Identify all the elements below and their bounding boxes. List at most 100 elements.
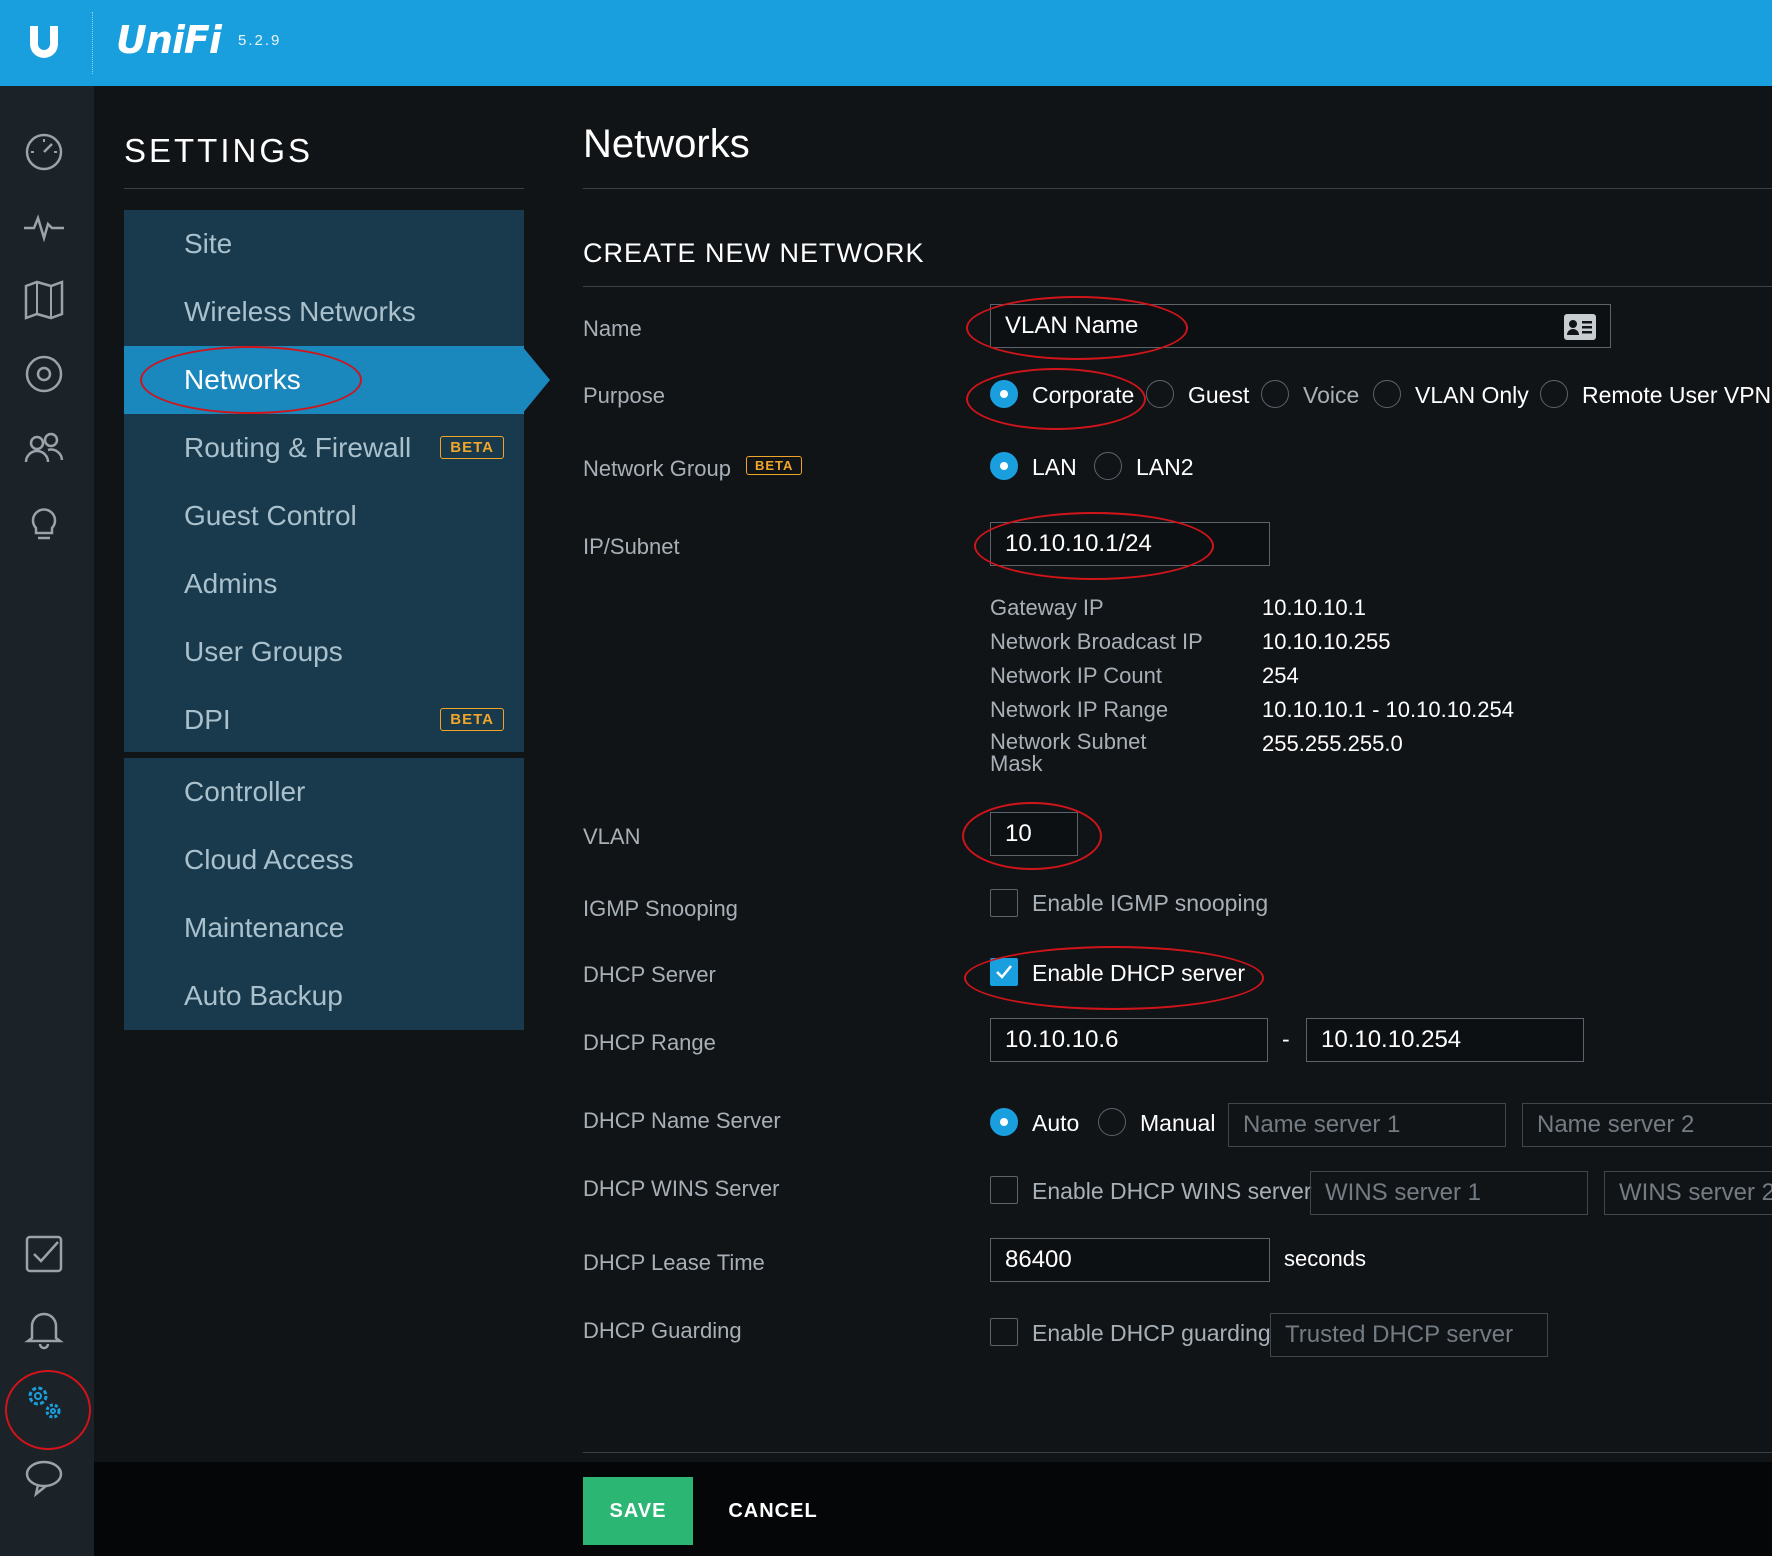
purpose-remote-user-vpn-label: Remote User VPN xyxy=(1582,382,1772,408)
name-server-auto-radio[interactable] xyxy=(990,1108,1018,1136)
ubiquiti-logo-icon[interactable] xyxy=(24,22,64,62)
broadcast-ip-value: 10.10.10.255 xyxy=(1262,629,1391,654)
gateway-ip-label: Gateway IP xyxy=(990,595,1104,620)
sidebar-item-label: Routing & Firewall xyxy=(184,432,412,463)
purpose-guest-label: Guest xyxy=(1188,382,1250,408)
dhcp-lease-time-input[interactable] xyxy=(990,1238,1270,1282)
sidebar-item-routing-firewall[interactable]: Routing & Firewall BETA xyxy=(124,414,524,482)
ip-count-value: 254 xyxy=(1262,663,1299,688)
ip-subnet-label: IP/Subnet xyxy=(583,534,680,559)
dhcp-range-end-input[interactable] xyxy=(1306,1018,1584,1062)
network-group-lan-radio[interactable] xyxy=(990,452,1018,480)
sidebar-item-auto-backup[interactable]: Auto Backup xyxy=(124,962,524,1030)
sidebar-item-label: Guest Control xyxy=(184,500,357,531)
page-title: Networks xyxy=(583,122,750,166)
sidebar-item-label: DPI xyxy=(184,704,231,735)
dashboard-icon[interactable] xyxy=(22,130,66,174)
dhcp-guarding-checkbox[interactable] xyxy=(990,1318,1018,1346)
trusted-dhcp-server-input[interactable] xyxy=(1270,1313,1548,1357)
insights-icon[interactable] xyxy=(22,500,66,544)
events-icon[interactable] xyxy=(22,1232,66,1276)
ip-range-value: 10.10.10.1 - 10.10.10.254 xyxy=(1262,697,1514,722)
sidebar-item-label: User Groups xyxy=(184,636,343,667)
statistics-icon[interactable] xyxy=(22,204,66,248)
dhcp-wins-server-label: DHCP WINS Server xyxy=(583,1176,780,1201)
subnet-mask-value: 255.255.255.0 xyxy=(1262,731,1403,756)
network-group-lan2-label: LAN2 xyxy=(1136,454,1194,480)
sidebar-item-label: Auto Backup xyxy=(184,980,343,1011)
name-server-manual-radio[interactable] xyxy=(1098,1108,1126,1136)
sidebar-item-user-groups[interactable]: User Groups xyxy=(124,618,524,686)
annotation-oval-ip-subnet xyxy=(974,512,1214,580)
network-group-lan2-radio[interactable] xyxy=(1094,452,1122,480)
network-group-lan-label: LAN xyxy=(1032,454,1077,480)
purpose-guest-radio[interactable] xyxy=(1146,380,1174,408)
sidebar-item-label: Wireless Networks xyxy=(184,296,416,327)
broadcast-ip-label: Network Broadcast IP xyxy=(990,629,1203,654)
sidebar-item-cloud-access[interactable]: Cloud Access xyxy=(124,826,524,894)
sidebar-item-admins[interactable]: Admins xyxy=(124,550,524,618)
beta-badge: BETA xyxy=(440,708,504,731)
dhcp-server-label: DHCP Server xyxy=(583,962,716,987)
sidebar-item-site[interactable]: Site xyxy=(124,210,524,278)
cancel-button[interactable]: CANCEL xyxy=(718,1477,828,1545)
ip-count-label: Network IP Count xyxy=(990,663,1163,688)
dhcp-name-server-label: DHCP Name Server xyxy=(583,1108,781,1133)
annotation-circle-settings xyxy=(5,1370,91,1450)
alerts-icon[interactable] xyxy=(22,1306,66,1350)
purpose-vlan-only-label: VLAN Only xyxy=(1415,382,1529,408)
ip-range-label: Network IP Range xyxy=(990,697,1169,722)
annotation-oval-dhcp-server xyxy=(964,946,1264,1010)
section-title: CREATE NEW NETWORK xyxy=(583,238,925,268)
map-icon[interactable] xyxy=(22,278,66,322)
dhcp-range-start-input[interactable] xyxy=(990,1018,1268,1062)
dhcp-lease-time-label: DHCP Lease Time xyxy=(583,1250,765,1275)
sidebar-item-label: Site xyxy=(184,228,233,259)
settings-title: SETTINGS xyxy=(124,132,314,169)
sidebar-item-controller[interactable]: Controller xyxy=(124,758,524,826)
vlan-label: VLAN xyxy=(583,824,641,849)
save-button[interactable]: SAVE xyxy=(583,1477,693,1545)
dhcp-guarding-label: DHCP Guarding xyxy=(583,1318,742,1343)
dhcp-range-label: DHCP Range xyxy=(583,1030,716,1055)
subnet-mask-label: Network Subnet Mask xyxy=(990,729,1147,776)
igmp-snooping-checkbox[interactable] xyxy=(990,889,1018,917)
annotation-oval-networks xyxy=(140,346,362,414)
dhcp-wins-checkbox-label: Enable DHCP WINS server xyxy=(1032,1178,1312,1204)
active-nav-arrow xyxy=(522,346,550,414)
dhcp-guarding-checkbox-label: Enable DHCP guarding xyxy=(1032,1320,1271,1346)
beta-badge: BETA xyxy=(746,456,803,475)
dhcp-lease-unit: seconds xyxy=(1284,1246,1366,1271)
settings-nav-group-secondary: Controller Cloud Access Maintenance Auto… xyxy=(124,758,524,1030)
chat-icon[interactable] xyxy=(22,1454,66,1498)
devices-icon[interactable] xyxy=(22,352,66,396)
purpose-voice-label: Voice xyxy=(1303,382,1360,408)
clients-icon[interactable] xyxy=(22,426,66,470)
name-server-manual-label: Manual xyxy=(1140,1110,1216,1136)
app-version: 5.2.9 xyxy=(238,32,282,49)
title-divider xyxy=(583,188,1772,189)
name-label: Name xyxy=(583,316,642,341)
network-group-label: Network Group xyxy=(583,456,731,481)
name-server-1-input[interactable] xyxy=(1228,1103,1506,1147)
contact-card-icon[interactable] xyxy=(1563,313,1597,341)
brand-name: UniFi xyxy=(116,18,222,62)
purpose-voice-radio[interactable] xyxy=(1261,380,1289,408)
settings-divider xyxy=(124,188,524,189)
top-bar: UniFi 5.2.9 xyxy=(0,0,1772,86)
beta-badge: BETA xyxy=(440,436,504,459)
sidebar-item-dpi[interactable]: DPI BETA xyxy=(124,686,524,754)
purpose-label: Purpose xyxy=(583,383,665,408)
sidebar-item-maintenance[interactable]: Maintenance xyxy=(124,894,524,962)
name-server-2-input[interactable] xyxy=(1522,1103,1772,1147)
sidebar-item-guest-control[interactable]: Guest Control xyxy=(124,482,524,550)
annotation-oval-vlan xyxy=(962,802,1102,870)
wins-server-1-input[interactable] xyxy=(1310,1171,1588,1215)
wins-server-2-input[interactable] xyxy=(1604,1171,1772,1215)
dhcp-wins-checkbox[interactable] xyxy=(990,1176,1018,1204)
footer-bar xyxy=(94,1462,1772,1556)
purpose-vlan-only-radio[interactable] xyxy=(1373,380,1401,408)
logo-divider xyxy=(92,12,93,74)
purpose-remote-user-vpn-radio[interactable] xyxy=(1540,380,1568,408)
sidebar-item-wireless-networks[interactable]: Wireless Networks xyxy=(124,278,524,346)
